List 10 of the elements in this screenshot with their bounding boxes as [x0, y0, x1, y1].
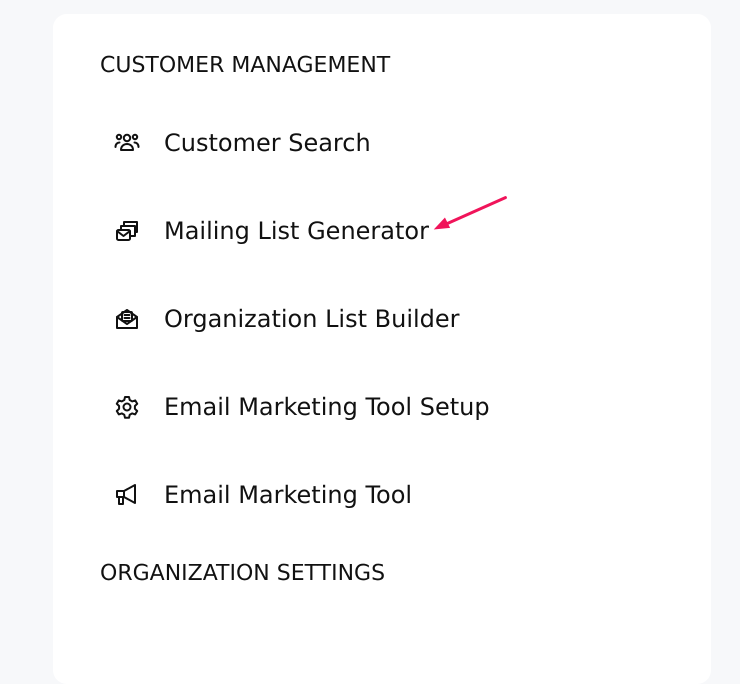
menu-item[interactable]: Email Marketing Tool	[114, 476, 412, 514]
mail-stack-icon	[114, 218, 140, 244]
section-heading: ORGANIZATION SETTINGS	[100, 560, 386, 588]
settings-icon	[114, 394, 140, 420]
section-heading: CUSTOMER MANAGEMENT	[100, 52, 392, 80]
menu-item[interactable]: Mailing List Generator	[114, 212, 429, 250]
menu-item[interactable]: Email Marketing Tool Setup	[114, 388, 490, 426]
open-envelope-icon	[114, 306, 140, 332]
menu-item[interactable]: Customer Search	[114, 124, 371, 162]
menu-item[interactable]: Organization List Builder	[114, 300, 460, 338]
